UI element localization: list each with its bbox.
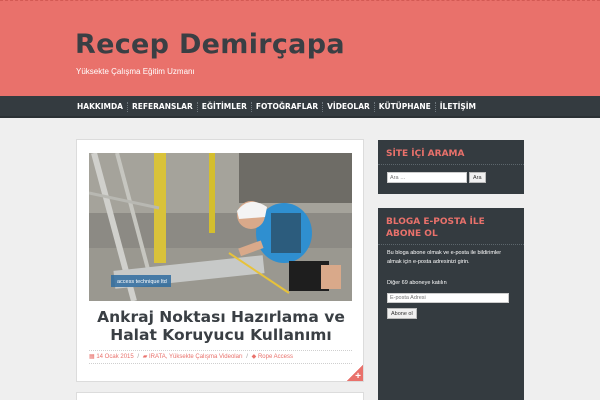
- search-widget: SİTE İÇİ ARAMA Ara: [378, 140, 524, 194]
- subscribe-widget: BLOGA E-POSTA İLE ABONE OL Bu bloga abon…: [378, 208, 524, 400]
- plus-icon: +: [355, 371, 361, 382]
- image-caption: access technique ltd: [117, 279, 167, 285]
- nav-list: HAKKIMDA REFERANSLAR EĞİTİMLER FOTOĞRAFL…: [73, 96, 480, 118]
- nav-item-kutuphane[interactable]: KÜTÜPHANE: [375, 102, 436, 112]
- search-button[interactable]: Ara: [469, 172, 486, 183]
- folder-icon: ▰: [142, 354, 148, 360]
- email-field[interactable]: [387, 293, 509, 303]
- post-featured-image[interactable]: access technique ltd: [89, 153, 352, 301]
- post-meta: ▦ 14 Ocak 2015 / ▰ IRATA, Yüksekte Çalış…: [89, 350, 352, 364]
- nav-item-referanslar[interactable]: REFERANSLAR: [128, 102, 198, 112]
- post-title[interactable]: Ankraj Noktası Hazırlama ve Halat Koruyu…: [89, 308, 353, 344]
- next-post-card: [76, 392, 364, 400]
- calendar-icon: ▦: [89, 354, 95, 360]
- search-input[interactable]: [387, 172, 467, 183]
- subscribe-description: Bu bloga abone olmak ve e-posta ile bild…: [387, 250, 502, 265]
- read-more-button[interactable]: +: [347, 365, 363, 382]
- post-categories[interactable]: IRATA, Yüksekte Çalışma Videoları: [149, 354, 243, 360]
- worker-photo-illustration: access technique ltd: [89, 153, 352, 301]
- post-date[interactable]: 14 Ocak 2015: [96, 354, 133, 360]
- site-header: Recep Demirçapa Yüksekte Çalışma Eğitim …: [0, 0, 600, 96]
- site-title[interactable]: Recep Demirçapa: [75, 29, 345, 60]
- nav-item-videolar[interactable]: VİDEOLAR: [323, 102, 375, 112]
- nav-item-hakkimda[interactable]: HAKKIMDA: [73, 102, 128, 112]
- subscribe-widget-title: BLOGA E-POSTA İLE ABONE OL: [378, 208, 524, 245]
- post-tags[interactable]: Rope Access: [258, 354, 293, 360]
- nav-item-fotograflar[interactable]: FOTOĞRAFLAR: [252, 102, 324, 112]
- site-description: Yüksekte Çalışma Eğitim Uzmanı: [76, 67, 195, 76]
- nav-item-egitimler[interactable]: EĞİTİMLER: [198, 102, 252, 112]
- main-navigation: HAKKIMDA REFERANSLAR EĞİTİMLER FOTOĞRAFL…: [0, 96, 600, 118]
- nav-item-iletisim[interactable]: İLETİŞİM: [436, 102, 480, 112]
- search-widget-title: SİTE İÇİ ARAMA: [378, 140, 524, 165]
- post-card: access technique ltd Ankraj Noktası Hazı…: [76, 139, 364, 382]
- subscriber-count: Diğer 69 aboneye katılın: [387, 280, 447, 286]
- tag-icon: ◆: [251, 354, 257, 360]
- subscribe-button[interactable]: Abone ol: [387, 308, 417, 319]
- search-form: Ara: [387, 172, 486, 183]
